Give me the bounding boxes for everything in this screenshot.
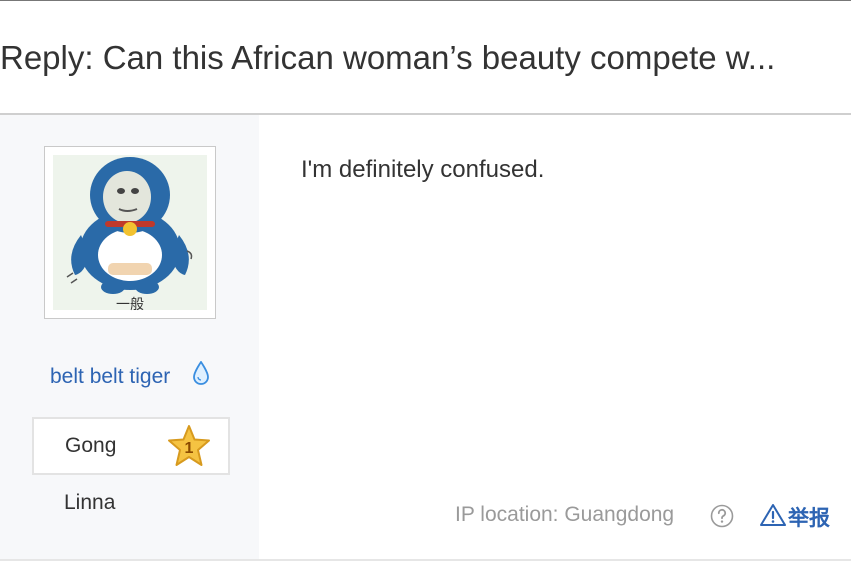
author-subname: Linna — [64, 491, 116, 514]
warning-triangle-icon — [760, 503, 786, 532]
avatar-caption: 一般 — [116, 297, 144, 313]
post-content: I'm definitely confused. — [301, 156, 545, 183]
question-circle-icon[interactable] — [710, 504, 734, 533]
top-border — [0, 0, 851, 1]
avatar-image — [53, 155, 207, 310]
ip-location: IP location: Guangdong — [455, 503, 675, 526]
level-badge[interactable]: Gong 1 — [32, 417, 230, 475]
post-title: Reply: Can this African woman’s beauty c… — [0, 39, 776, 76]
author-sidebar: 一般 belt belt tiger Gong 1 Linna — [0, 115, 259, 559]
avatar[interactable]: 一般 — [44, 146, 216, 319]
level-number: 1 — [185, 440, 194, 457]
water-drop-icon — [193, 360, 209, 390]
report-button[interactable]: 举报 — [760, 502, 830, 532]
report-label: 举报 — [788, 506, 830, 530]
star-badge-icon: 1 — [167, 424, 211, 473]
username-link[interactable]: belt belt tiger — [50, 365, 170, 389]
level-name: Gong — [65, 434, 117, 457]
